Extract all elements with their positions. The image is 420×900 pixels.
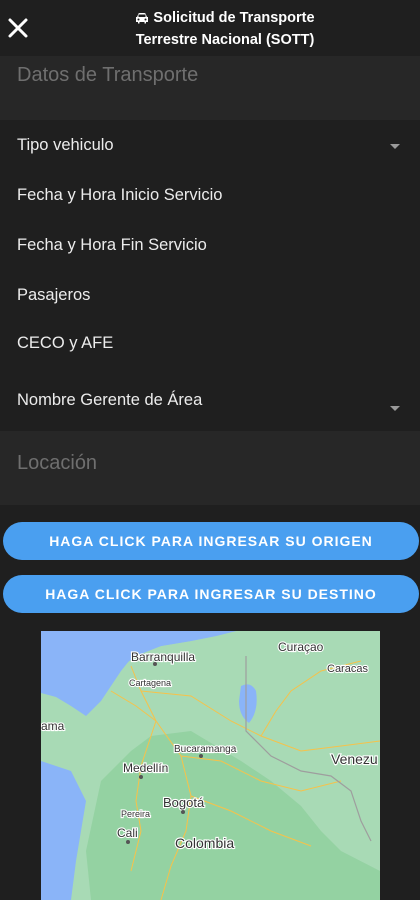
- map-label-bucaramanga: Bucaramanga: [174, 744, 237, 755]
- map-label-cartagena: Cartagena: [129, 678, 171, 688]
- map-label-cali: Cali: [117, 826, 138, 840]
- map-label-caracas: Caracas: [327, 663, 368, 675]
- passengers-field[interactable]: Pasajeros: [17, 286, 90, 305]
- area-manager-dropdown-icon[interactable]: [390, 406, 400, 411]
- page-title: Solicitud de Transporte Terrestre Nacion…: [110, 7, 340, 51]
- end-datetime-field[interactable]: Fecha y Hora Fin Servicio: [17, 236, 207, 255]
- map-label-curacao: Curaçao: [278, 640, 324, 654]
- car-icon: [136, 13, 149, 24]
- origin-button[interactable]: HAGA CLICK PARA INGRESAR SU ORIGEN: [3, 522, 419, 560]
- app-header: Solicitud de Transporte Terrestre Nacion…: [0, 0, 420, 56]
- map-label-panama: ama: [41, 719, 65, 733]
- title-line1: Solicitud de Transporte: [153, 10, 315, 26]
- map-label-venezuela: Venezu: [331, 751, 378, 767]
- map-label-medellin: Medellín: [123, 761, 168, 775]
- vehicle-type-dropdown-icon[interactable]: [390, 144, 400, 149]
- destination-button[interactable]: HAGA CLICK PARA INGRESAR SU DESTINO: [3, 575, 419, 613]
- map-label-barranquilla: Barranquilla: [131, 650, 195, 664]
- map-label-colombia: Colombia: [175, 835, 234, 851]
- map-canvas: Curaçao Barranquilla Caracas Cartagena a…: [41, 631, 380, 900]
- city-marker: [126, 840, 130, 844]
- title-line2: Terrestre Nacional (SOTT): [135, 32, 315, 48]
- vehicle-type-select[interactable]: Tipo vehiculo: [17, 136, 114, 155]
- transport-section-header: Datos de Transporte: [0, 56, 420, 120]
- city-marker: [139, 775, 143, 779]
- transport-section-title: Datos de Transporte: [17, 64, 199, 86]
- location-section-title: Locación: [17, 452, 98, 474]
- ceco-afe-field[interactable]: CECO y AFE: [17, 334, 113, 353]
- map-view[interactable]: Curaçao Barranquilla Caracas Cartagena a…: [41, 631, 380, 900]
- close-icon[interactable]: [6, 16, 30, 40]
- map-label-pereira: Pereira: [121, 809, 150, 819]
- start-datetime-field[interactable]: Fecha y Hora Inicio Servicio: [17, 186, 222, 205]
- transport-form: Tipo vehiculo Fecha y Hora Inicio Servic…: [0, 120, 420, 431]
- city-marker: [153, 662, 157, 666]
- map-label-bogota: Bogotá: [163, 795, 205, 810]
- area-manager-select[interactable]: Nombre Gerente de Área: [17, 391, 202, 410]
- city-marker: [181, 810, 185, 814]
- city-marker: [199, 754, 203, 758]
- location-section-header: Locación: [0, 431, 420, 505]
